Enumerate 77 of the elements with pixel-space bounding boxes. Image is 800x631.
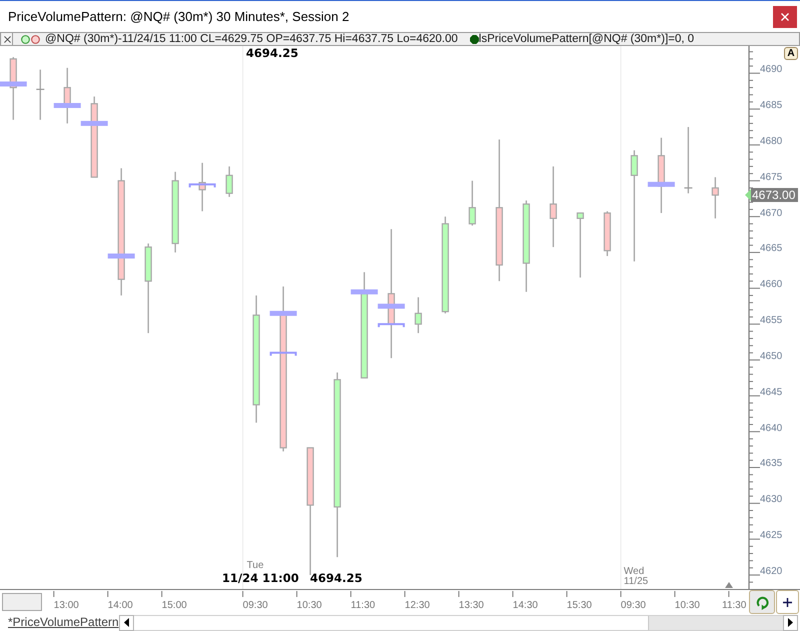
scroll-right-button[interactable] xyxy=(783,614,798,630)
pointer-icon xyxy=(745,189,751,202)
candlestick xyxy=(36,70,44,120)
circle-icon xyxy=(31,34,40,44)
price-axis-label: 4635 xyxy=(760,459,782,470)
session-date-label: Wed 11/25 xyxy=(624,567,648,587)
sheet-tab[interactable]: *PriceVolumePattern xyxy=(0,614,119,631)
price-axis-label: 4620 xyxy=(760,567,782,578)
price-axis-label: 4660 xyxy=(760,280,782,290)
candlestick xyxy=(604,211,611,256)
right-arrow-icon xyxy=(788,618,793,627)
time-axis-label: 10:30 xyxy=(674,600,700,611)
close-button[interactable] xyxy=(773,6,797,28)
price-axis-label: 4680 xyxy=(760,136,782,147)
plus-icon xyxy=(783,598,792,606)
volume-marker xyxy=(80,120,108,126)
price-axis-label: 4685 xyxy=(760,101,782,112)
time-axis-label: 14:30 xyxy=(512,600,538,611)
session-date-label: Tue xyxy=(246,561,264,571)
volume-marker xyxy=(0,82,27,86)
volume-marker xyxy=(270,310,297,316)
left-arrow-icon xyxy=(124,618,129,627)
refresh-icon xyxy=(754,594,770,610)
time-axis-label: 12:30 xyxy=(404,600,430,611)
candlestick xyxy=(198,162,206,212)
price-axis-label: 4650 xyxy=(760,352,782,362)
time-axis-label: 15:30 xyxy=(566,600,592,611)
indicator-readout: lsPriceVolumePattern[@NQ# (30m*)]=0, 0 xyxy=(478,33,694,45)
price-axis-label: 4675 xyxy=(760,172,782,183)
volume-marker xyxy=(350,289,378,294)
time-axis-label: 10:30 xyxy=(296,600,322,611)
candlestick xyxy=(576,212,584,278)
time-axis-label: 13:30 xyxy=(458,600,484,611)
last-price-label: 4673.00 xyxy=(751,188,798,202)
price-label: 4694.25 xyxy=(246,47,298,60)
time-axis-label: 09:30 xyxy=(242,600,268,611)
candlestick xyxy=(226,166,233,197)
time-axis-label: 09:30 xyxy=(620,600,646,611)
price-axis-label: 4655 xyxy=(760,316,782,326)
add-button[interactable] xyxy=(776,590,799,614)
price-axis-label: 4640 xyxy=(760,424,782,434)
price-axis-label: 4670 xyxy=(760,208,782,219)
time-axis-label: 11:30 xyxy=(350,600,376,611)
time-axis-label: 14:00 xyxy=(108,600,133,611)
time-axis-label: 13:00 xyxy=(54,600,79,611)
volume-marker xyxy=(648,182,675,187)
close-button[interactable] xyxy=(2,33,13,45)
volume-marker xyxy=(378,323,405,328)
cursor-price-label: 4694.25 xyxy=(310,572,362,585)
window-title: PriceVolumePattern: @NQ# (30m*) 30 Minutes*, Session 2 xyxy=(8,9,350,24)
cursor-time-label: 11/24 11:00 xyxy=(222,572,299,585)
price-axis-label: 4665 xyxy=(760,244,782,254)
volume-marker xyxy=(378,304,405,309)
close-icon xyxy=(781,12,789,20)
volume-marker xyxy=(108,254,135,259)
candlestick xyxy=(712,177,719,218)
volume-marker xyxy=(54,103,81,108)
scroll-left-button[interactable] xyxy=(118,614,134,630)
candlestick xyxy=(684,127,692,194)
autoscale-button[interactable]: A xyxy=(784,47,798,60)
price-axis-label: 4645 xyxy=(760,388,782,398)
price-axis-label: 4690 xyxy=(760,65,782,76)
empty-box xyxy=(2,593,42,611)
time-axis-label: 15:00 xyxy=(162,600,187,611)
symbol-readout: @NQ# (30m*)-11/24/15 11:00 CL=4629.75 OP=4637.75 Hi=4637.75 Lo=4620.00 xyxy=(45,33,458,45)
volume-marker xyxy=(188,183,216,188)
scrollbar-thumb[interactable] xyxy=(648,616,783,630)
candlestick xyxy=(468,180,476,226)
price-axis-label: 4625 xyxy=(760,531,782,542)
circle-icon xyxy=(21,34,30,44)
triangle-icon xyxy=(725,582,733,588)
time-axis-label: 11:30 xyxy=(722,600,746,611)
close-icon xyxy=(4,36,10,42)
refresh-button[interactable] xyxy=(749,590,775,614)
volume-marker xyxy=(270,352,297,356)
price-axis-label: 4630 xyxy=(760,495,782,506)
candlestick xyxy=(414,297,422,334)
